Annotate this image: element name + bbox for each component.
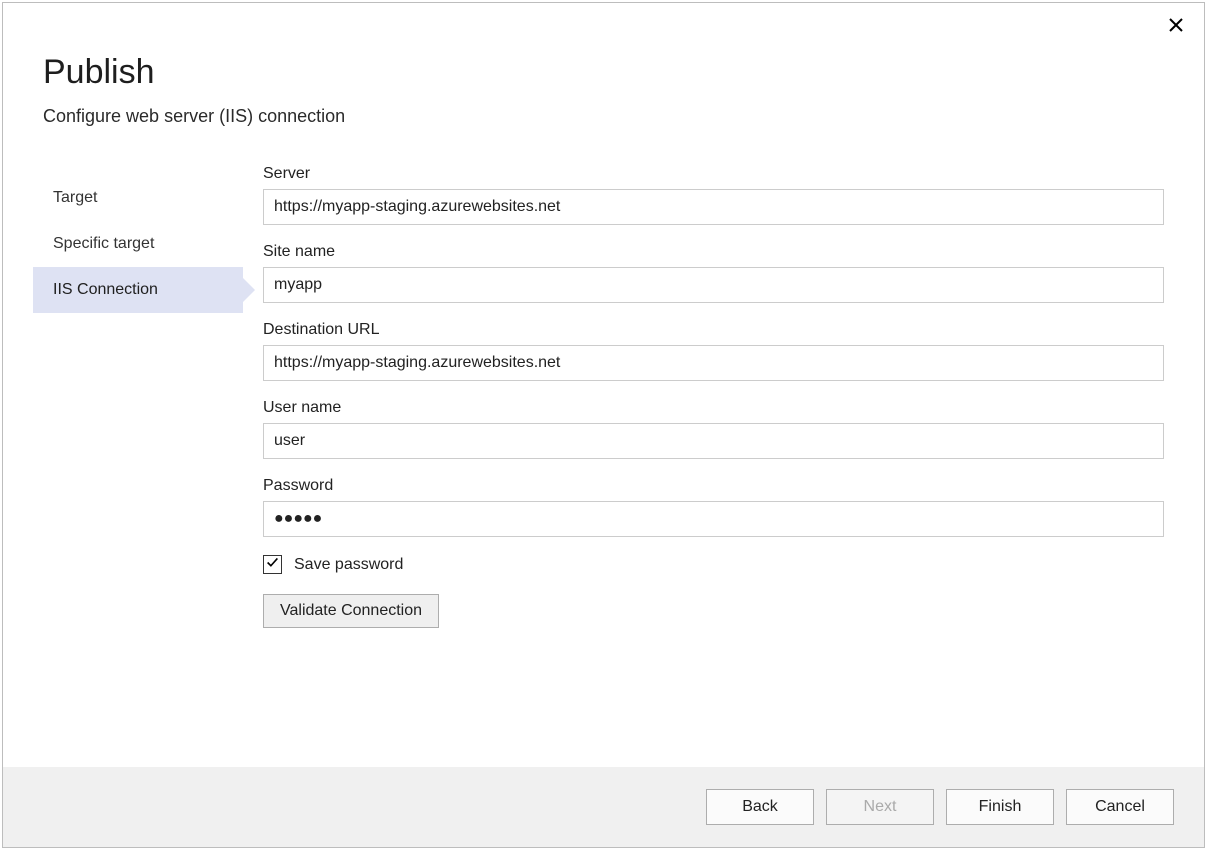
iis-connection-form: Server Site name Destination URL User na…: [243, 165, 1174, 767]
checkmark-icon: [266, 556, 279, 574]
field-destination-url: Destination URL: [263, 321, 1164, 381]
dialog-title: Publish: [43, 53, 1164, 92]
username-label: User name: [263, 399, 1164, 417]
password-input[interactable]: [263, 501, 1164, 537]
save-password-label: Save password: [294, 556, 403, 574]
finish-button[interactable]: Finish: [946, 789, 1054, 825]
save-password-checkbox[interactable]: [263, 555, 282, 574]
sidebar-item-target[interactable]: Target: [33, 175, 243, 221]
sidebar-item-specific-target[interactable]: Specific target: [33, 221, 243, 267]
field-sitename: Site name: [263, 243, 1164, 303]
sidebar-item-iis-connection[interactable]: IIS Connection: [33, 267, 243, 313]
dialog-subtitle: Configure web server (IIS) connection: [43, 106, 1164, 127]
server-label: Server: [263, 165, 1164, 183]
close-icon: [1168, 20, 1184, 37]
desturl-label: Destination URL: [263, 321, 1164, 339]
field-username: User name: [263, 399, 1164, 459]
save-password-row: Save password: [263, 555, 1164, 574]
username-input[interactable]: [263, 423, 1164, 459]
cancel-button[interactable]: Cancel: [1066, 789, 1174, 825]
publish-dialog: Publish Configure web server (IIS) conne…: [2, 2, 1205, 848]
sidebar-item-label: IIS Connection: [53, 281, 158, 298]
dialog-content: Target Specific target IIS Connection Se…: [3, 147, 1204, 767]
back-button[interactable]: Back: [706, 789, 814, 825]
dialog-header: Publish Configure web server (IIS) conne…: [3, 3, 1204, 147]
dialog-footer: Back Next Finish Cancel: [3, 767, 1204, 847]
sidebar-item-label: Target: [53, 189, 97, 206]
validate-connection-button[interactable]: Validate Connection: [263, 594, 439, 628]
field-server: Server: [263, 165, 1164, 225]
password-label: Password: [263, 477, 1164, 495]
next-button[interactable]: Next: [826, 789, 934, 825]
close-button[interactable]: [1168, 17, 1184, 33]
desturl-input[interactable]: [263, 345, 1164, 381]
sidebar-item-label: Specific target: [53, 235, 154, 252]
server-input[interactable]: [263, 189, 1164, 225]
sitename-label: Site name: [263, 243, 1164, 261]
sitename-input[interactable]: [263, 267, 1164, 303]
field-password: Password: [263, 477, 1164, 537]
wizard-sidebar: Target Specific target IIS Connection: [33, 165, 243, 767]
